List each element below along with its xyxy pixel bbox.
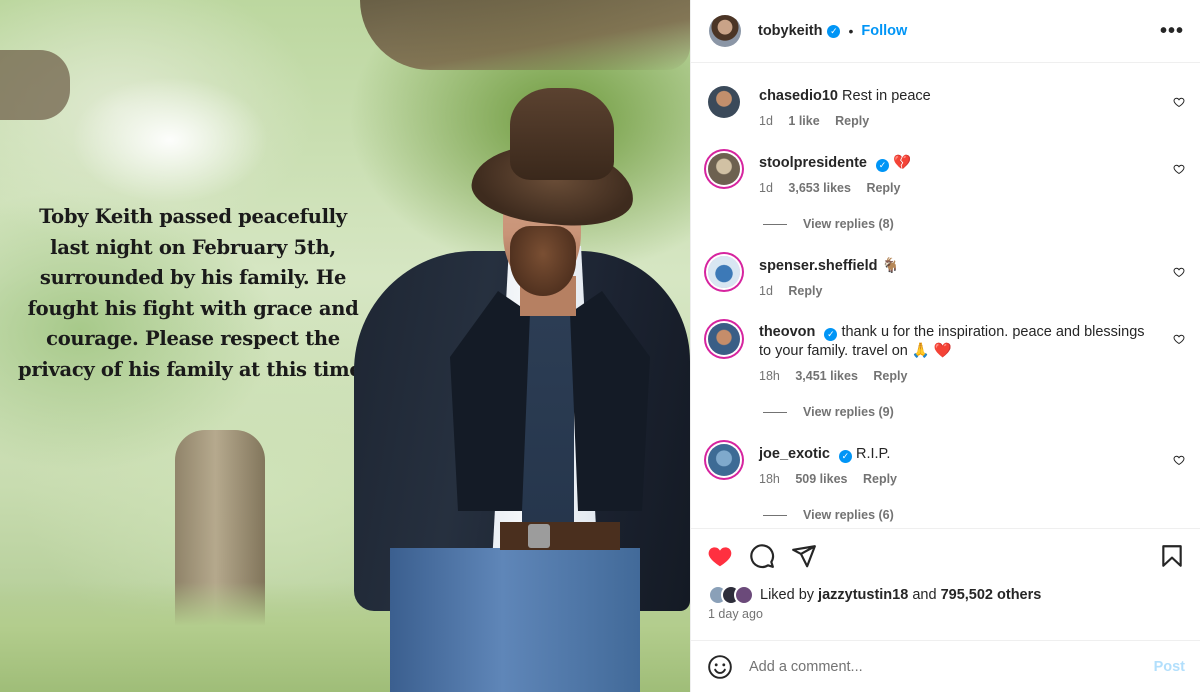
belt: [500, 522, 620, 550]
comment-username[interactable]: stoolpresidente: [759, 155, 867, 171]
comment-meta: 1d 1 like Reply: [759, 114, 881, 128]
post-image[interactable]: Toby Keith passed peacefully last night …: [0, 0, 690, 692]
reply-button[interactable]: Reply: [863, 472, 897, 486]
commenter-avatar[interactable]: [708, 86, 740, 118]
comment-meta: 18h 509 likes Reply: [759, 472, 909, 486]
like-heart-icon[interactable]: [707, 543, 733, 569]
verified-badge-icon: ✓: [824, 328, 838, 341]
commenter-avatar[interactable]: [708, 153, 740, 185]
view-replies-label[interactable]: View replies (9): [803, 405, 894, 419]
reply-button[interactable]: Reply: [788, 284, 822, 298]
comment-username[interactable]: chasedio10: [759, 88, 838, 104]
comment-username[interactable]: theovon: [759, 324, 815, 340]
comment-likes[interactable]: 509 likes: [795, 472, 847, 486]
comments-list[interactable]: chasedio10 Rest in peace 1d 1 like Reply…: [691, 64, 1200, 528]
beard: [510, 226, 576, 296]
comment-text: Rest in peace: [842, 88, 931, 104]
view-replies-button[interactable]: View replies (9): [763, 405, 894, 419]
verified-badge-icon: ✓: [876, 159, 889, 172]
tree-branch: [360, 0, 690, 70]
post-modal: Toby Keith passed peacefully last night …: [0, 0, 1200, 692]
comment-username[interactable]: joe_exotic: [759, 446, 830, 462]
comment-text: 🐐: [881, 258, 900, 274]
comment-meta: 18h 3,451 likes Reply: [759, 369, 919, 383]
replies-line: [763, 411, 787, 413]
author-username[interactable]: tobykeith: [758, 23, 822, 39]
comment-likes[interactable]: 3,653 likes: [788, 181, 851, 195]
comment-bubble-icon[interactable]: [749, 543, 775, 569]
man-in-cowboy-hat: [350, 86, 690, 692]
share-paper-plane-icon[interactable]: [791, 543, 817, 569]
image-caption-text: Toby Keith passed peacefully last night …: [18, 205, 368, 381]
add-comment-input[interactable]: [749, 658, 1129, 675]
add-comment-bar: Post: [691, 640, 1200, 692]
comment-username[interactable]: spenser.sheffield: [759, 258, 877, 274]
view-replies-label[interactable]: View replies (6): [803, 508, 894, 522]
liked-by-text: Liked by jazzytustin18 and 795,502 other…: [760, 587, 1041, 603]
author-avatar[interactable]: [709, 15, 741, 47]
reply-button[interactable]: Reply: [866, 181, 900, 195]
tree-branch-left: [0, 50, 70, 120]
view-replies-label[interactable]: View replies (8): [803, 217, 894, 231]
post-header: tobykeith ✓ • Follow •••: [691, 0, 1200, 63]
comment-time: 18h: [759, 472, 780, 486]
post-sidebar: tobykeith ✓ • Follow ••• chasedio10 Rest…: [690, 0, 1200, 692]
commenter-avatar[interactable]: [708, 256, 740, 288]
comment-time: 18h: [759, 369, 780, 383]
follow-button[interactable]: Follow: [861, 23, 907, 39]
reply-button[interactable]: Reply: [835, 114, 869, 128]
save-bookmark-icon[interactable]: [1159, 543, 1185, 569]
post-time-ago[interactable]: 1 day ago: [708, 607, 763, 621]
liked-by-and: and: [912, 587, 937, 603]
liked-by-row[interactable]: Liked by jazzytustin18 and 795,502 other…: [708, 585, 1041, 605]
liked-by-others[interactable]: 795,502 others: [941, 587, 1042, 603]
like-comment-heart-icon[interactable]: [1173, 333, 1185, 345]
emoji-icon[interactable]: [707, 654, 733, 680]
like-comment-heart-icon[interactable]: [1173, 163, 1185, 175]
comment-meta: 1d Reply: [759, 284, 834, 298]
comment-time: 1d: [759, 181, 773, 195]
verified-badge-icon: ✓: [838, 450, 852, 463]
like-comment-heart-icon[interactable]: [1173, 96, 1185, 108]
comment-text: R.I.P.: [855, 446, 891, 462]
post-comment-button[interactable]: Post: [1154, 659, 1185, 675]
comment-time: 1d: [759, 284, 773, 298]
replies-line: [763, 514, 787, 516]
reply-button[interactable]: Reply: [873, 369, 907, 383]
comment-meta: 1d 3,653 likes Reply: [759, 181, 912, 195]
view-replies-button[interactable]: View replies (8): [763, 217, 894, 231]
more-options-icon[interactable]: •••: [1160, 20, 1184, 43]
jeans: [390, 548, 640, 692]
comment-likes[interactable]: 1 like: [788, 114, 819, 128]
liked-by-prefix: Liked by: [760, 587, 815, 603]
comment-time: 1d: [759, 114, 773, 128]
post-actions: Liked by jazzytustin18 and 795,502 other…: [691, 528, 1200, 640]
comment-text: 💔: [893, 155, 912, 171]
commenter-avatar[interactable]: [708, 444, 740, 476]
replies-line: [763, 223, 787, 225]
hat-crown: [510, 88, 614, 180]
like-comment-heart-icon[interactable]: [1173, 266, 1185, 278]
verified-badge-icon: ✓: [827, 24, 841, 38]
belt-buckle: [528, 524, 550, 548]
like-comment-heart-icon[interactable]: [1173, 454, 1185, 466]
separator-dot: •: [848, 23, 854, 39]
view-replies-button[interactable]: View replies (6): [763, 508, 894, 522]
comment-likes[interactable]: 3,451 likes: [795, 369, 858, 383]
commenter-avatar[interactable]: [708, 323, 740, 355]
liked-by-user[interactable]: jazzytustin18: [818, 587, 908, 603]
liker-avatar[interactable]: [734, 585, 754, 605]
comment-text: thank u for the inspiration. peace and b…: [759, 324, 1145, 359]
